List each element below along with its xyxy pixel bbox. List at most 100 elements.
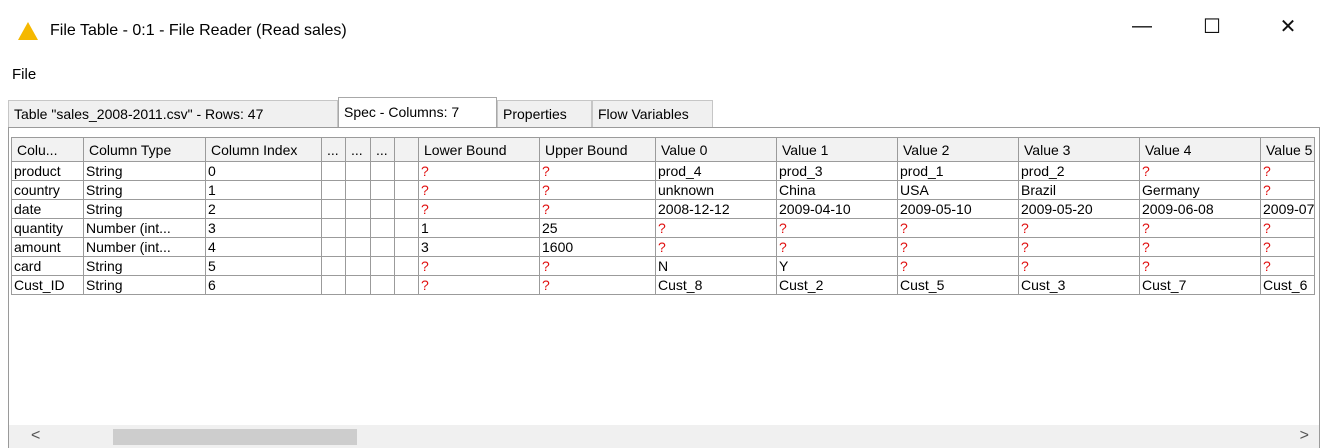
col-header-index[interactable]: Column Index <box>205 137 322 162</box>
table-cell: date <box>11 199 84 219</box>
col-header-value-5[interactable]: Value 5 <box>1259 137 1316 162</box>
table-cell <box>370 256 395 276</box>
table-cell: ? <box>655 218 777 238</box>
table-cell: Brazil <box>1018 180 1140 200</box>
table-row[interactable]: quantity Number (int... 3 1 25?????? <box>11 218 1316 238</box>
table-cell <box>321 161 346 181</box>
table-cell: Cust_3 <box>1018 275 1140 295</box>
table-cell: String <box>83 256 206 276</box>
col-header-value-2[interactable]: Value 2 <box>897 137 1019 162</box>
table-cell: Cust_8 <box>655 275 777 295</box>
table-cell: ? <box>1139 161 1261 181</box>
table-cell: prod_3 <box>776 161 898 181</box>
table-cell: Number (int... <box>83 237 206 257</box>
warning-icon <box>18 22 38 40</box>
table-cell: ? <box>418 180 540 200</box>
table-cell: ? <box>539 275 656 295</box>
scrollbar-thumb[interactable] <box>113 429 357 445</box>
table-cell: ? <box>1139 237 1261 257</box>
table-row[interactable]: country String 1?? unknown China USA Brazil Ger… <box>11 180 1316 200</box>
table-row[interactable]: date String 2?? 2008-12-12 2009-04-10 2009-05… <box>11 199 1316 219</box>
col-header-value-0[interactable]: Value 0 <box>655 137 777 162</box>
table-cell: prod_4 <box>655 161 777 181</box>
table-cell: String <box>83 161 206 181</box>
tab-table[interactable]: Table "sales_2008-2011.csv" - Rows: 47 <box>8 100 338 127</box>
col-header-lower-bound[interactable]: Lower Bound <box>418 137 540 162</box>
tab-flow-variables[interactable]: Flow Variables <box>592 100 713 127</box>
table-cell: ? <box>1139 218 1261 238</box>
table-cell: 1 <box>205 180 322 200</box>
table-cell: Cust_ID <box>11 275 84 295</box>
tab-properties[interactable]: Properties <box>497 100 592 127</box>
scroll-right-arrow-icon[interactable]: > <box>1300 427 1309 445</box>
table-cell-spacer <box>394 218 419 238</box>
col-header-collapsed[interactable]: ... <box>370 137 395 162</box>
table-cell <box>321 218 346 238</box>
table-cell: ? <box>418 199 540 219</box>
table-cell <box>370 218 395 238</box>
table-cell: 2 <box>205 199 322 219</box>
col-header-collapsed[interactable]: ... <box>321 137 346 162</box>
table-cell: 1600 <box>539 237 656 257</box>
table-cell: Cust_2 <box>776 275 898 295</box>
table-cell: 2009-04-10 <box>776 199 898 219</box>
header-row: Colu... Column Type Column Index ... ...… <box>11 137 1316 162</box>
table-cell: 6 <box>205 275 322 295</box>
table-cell: ? <box>1018 237 1140 257</box>
table-row[interactable]: card String 5?? N Y???? <box>11 256 1316 276</box>
title-bar: File Table - 0:1 - File Reader (Read sal… <box>0 0 1326 44</box>
col-header-upper-bound[interactable]: Upper Bound <box>539 137 656 162</box>
menu-file[interactable]: File <box>12 66 36 83</box>
col-header-type[interactable]: Column Type <box>83 137 206 162</box>
table-cell: 1 <box>418 218 540 238</box>
table-cell: ? <box>1259 180 1316 200</box>
close-button[interactable]: ✕ <box>1266 8 1310 44</box>
table-cell <box>321 199 346 219</box>
table-row[interactable]: amount Number (int... 4 3 1600?????? <box>11 237 1316 257</box>
table-cell: 5 <box>205 256 322 276</box>
table-cell: 2009-07 <box>1259 199 1316 219</box>
table-cell: String <box>83 275 206 295</box>
table-cell: country <box>11 180 84 200</box>
col-header-collapsed[interactable]: ... <box>345 137 371 162</box>
table-cell: ? <box>1259 237 1316 257</box>
minimize-button[interactable]: — <box>1120 8 1164 44</box>
scroll-left-arrow-icon[interactable]: < <box>31 427 40 445</box>
horizontal-scrollbar[interactable]: < > <box>8 425 1320 448</box>
table-cell <box>345 218 371 238</box>
table-cell: Y <box>776 256 898 276</box>
table-cell <box>345 180 371 200</box>
table-cell <box>370 180 395 200</box>
table-cell: Cust_6 <box>1259 275 1316 295</box>
table-cell: 3 <box>205 218 322 238</box>
table-cell <box>321 237 346 257</box>
maximize-button[interactable]: ☐ <box>1190 8 1234 44</box>
table-cell <box>345 275 371 295</box>
table-cell: ? <box>897 237 1019 257</box>
table-cell: 2009-06-08 <box>1139 199 1261 219</box>
table-cell: ? <box>539 199 656 219</box>
col-header-value-4[interactable]: Value 4 <box>1139 137 1261 162</box>
col-header-value-3[interactable]: Value 3 <box>1018 137 1140 162</box>
table-cell: 4 <box>205 237 322 257</box>
table-row[interactable]: Cust_ID String 6?? Cust_8 Cust_2 Cust_5 Cust_3… <box>11 275 1316 295</box>
col-header-value-1[interactable]: Value 1 <box>776 137 898 162</box>
tab-spec[interactable]: Spec - Columns: 7 <box>338 97 497 128</box>
table-cell: ? <box>1139 256 1261 276</box>
table-cell: ? <box>776 237 898 257</box>
table-cell-spacer <box>394 275 419 295</box>
table-cell <box>345 237 371 257</box>
table-cell: ? <box>539 256 656 276</box>
table-row[interactable]: product String 0?? prod_4 prod_3 prod_1 prod_2… <box>11 161 1316 181</box>
table-cell: prod_1 <box>897 161 1019 181</box>
table-cell-spacer <box>394 180 419 200</box>
window-title: File Table - 0:1 - File Reader (Read sal… <box>50 22 347 39</box>
col-header-name[interactable]: Colu... <box>11 137 84 162</box>
table-cell: ? <box>1018 218 1140 238</box>
table-cell: ? <box>418 161 540 181</box>
table-cell: String <box>83 199 206 219</box>
table-cell: ? <box>1018 256 1140 276</box>
table-cell: 0 <box>205 161 322 181</box>
table-cell <box>321 256 346 276</box>
table-cell: ? <box>776 218 898 238</box>
